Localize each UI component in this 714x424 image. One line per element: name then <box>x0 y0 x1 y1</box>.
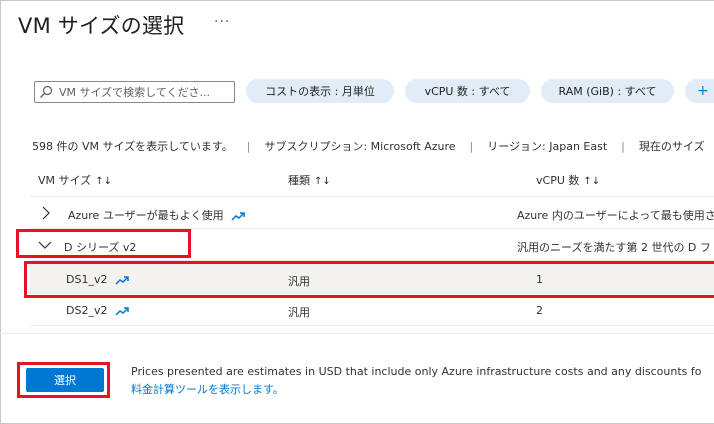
vm-vcpu: 2 <box>536 304 543 317</box>
highlight-box-group <box>16 229 191 258</box>
highlight-box-row <box>24 261 714 298</box>
sort-icon: ↑↓ <box>583 176 601 187</box>
vm-type: 汎用 <box>288 306 310 319</box>
group-name: Azure ユーザーが最もよく使用 <box>68 207 245 223</box>
column-header-type[interactable]: 種類 ↑↓ <box>288 172 331 188</box>
ram-filter-pill[interactable]: RAM (GiB) : すべて <box>541 79 674 103</box>
page-title: VM サイズの選択 <box>18 14 185 38</box>
table-row[interactable]: DS2_v2 汎用 2 <box>30 295 714 326</box>
result-count: 598 件の VM サイズを表示しています。 <box>32 140 233 153</box>
vcpu-filter-pill[interactable]: vCPU 数 : すべて <box>405 79 530 103</box>
column-header-label: vCPU 数 <box>536 174 580 187</box>
sort-icon: ↑↓ <box>95 176 112 187</box>
group-row-popular[interactable]: Azure ユーザーが最もよく使用 Azure 内のユーザーによって最も使用さ <box>30 198 714 229</box>
column-header-vm-size[interactable]: VM サイズ ↑↓ <box>38 172 112 188</box>
separator: | <box>621 139 625 153</box>
column-header-label: 種類 <box>288 174 310 187</box>
separator: | <box>246 139 251 153</box>
sort-icon: ↑↓ <box>314 176 331 187</box>
pricing-calculator-link[interactable]: 料金計算ツールを表示します。 <box>131 381 284 397</box>
more-options-button[interactable]: ··· <box>214 14 230 30</box>
region-info: リージョン: Japan East <box>487 140 608 153</box>
separator: | <box>469 139 474 153</box>
info-bar: 598 件の VM サイズを表示しています。 | サブスクリプション: Micr… <box>32 138 705 154</box>
header-divider <box>30 196 714 197</box>
group-description: Azure 内のユーザーによって最も使用さ <box>517 209 714 222</box>
add-filter-icon: + <box>697 83 709 99</box>
current-size-info: 現在のサイズ <box>638 140 705 153</box>
cost-filter-pill[interactable]: コストの表示 : 月単位 <box>246 79 394 103</box>
search-icon <box>40 85 53 98</box>
column-header-label: VM サイズ <box>38 174 92 187</box>
search-box[interactable] <box>34 81 235 103</box>
add-filter-button[interactable]: + <box>685 79 714 103</box>
chevron-right-icon[interactable] <box>39 206 53 220</box>
search-input[interactable] <box>59 85 234 99</box>
trending-icon <box>231 212 245 221</box>
group-description: 汎用のニーズを満たす第 2 世代の D フ <box>517 241 711 254</box>
subscription-info: サブスクリプション: Microsoft Azure <box>264 140 456 153</box>
column-header-vcpu[interactable]: vCPU 数 ↑↓ <box>536 172 600 188</box>
trending-icon <box>115 307 129 316</box>
vm-size-name: DS2_v2 <box>66 304 129 317</box>
pricing-notice: Prices presented are estimates in USD th… <box>131 365 702 378</box>
footer-divider <box>0 333 714 334</box>
highlight-box-button <box>17 362 110 398</box>
